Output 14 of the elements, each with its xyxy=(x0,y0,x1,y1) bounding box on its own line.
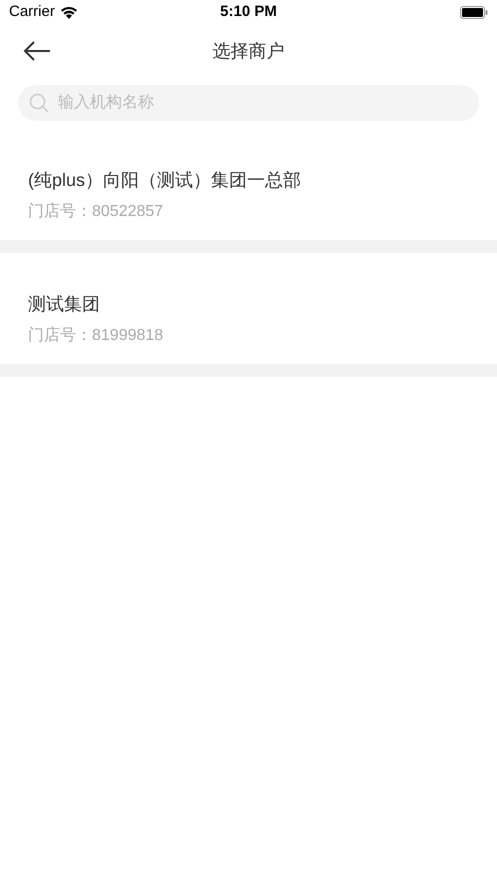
merchant-name: 测试集团 xyxy=(28,293,101,316)
search-field[interactable]: 输入机构名称 xyxy=(18,85,479,121)
merchant-name: (纯plus）向阳（测试）集团一总部 xyxy=(28,169,302,192)
merchant-item[interactable]: (纯plus）向阳（测试）集团一总部 门店号：80522857 xyxy=(0,129,497,240)
wifi-icon xyxy=(60,6,78,19)
search-icon xyxy=(29,93,49,113)
clock-time: 5:10 PM xyxy=(220,2,277,22)
carrier-label: Carrier xyxy=(9,2,55,22)
store-number: 门店号：80522857 xyxy=(28,202,164,222)
merchant-item[interactable]: 测试集团 门店号：81999818 xyxy=(0,253,497,364)
search-input[interactable]: 输入机构名称 xyxy=(58,91,468,115)
store-number: 门店号：81999818 xyxy=(28,326,164,346)
battery-icon xyxy=(460,6,488,19)
page-title: 选择商户 xyxy=(212,40,284,62)
